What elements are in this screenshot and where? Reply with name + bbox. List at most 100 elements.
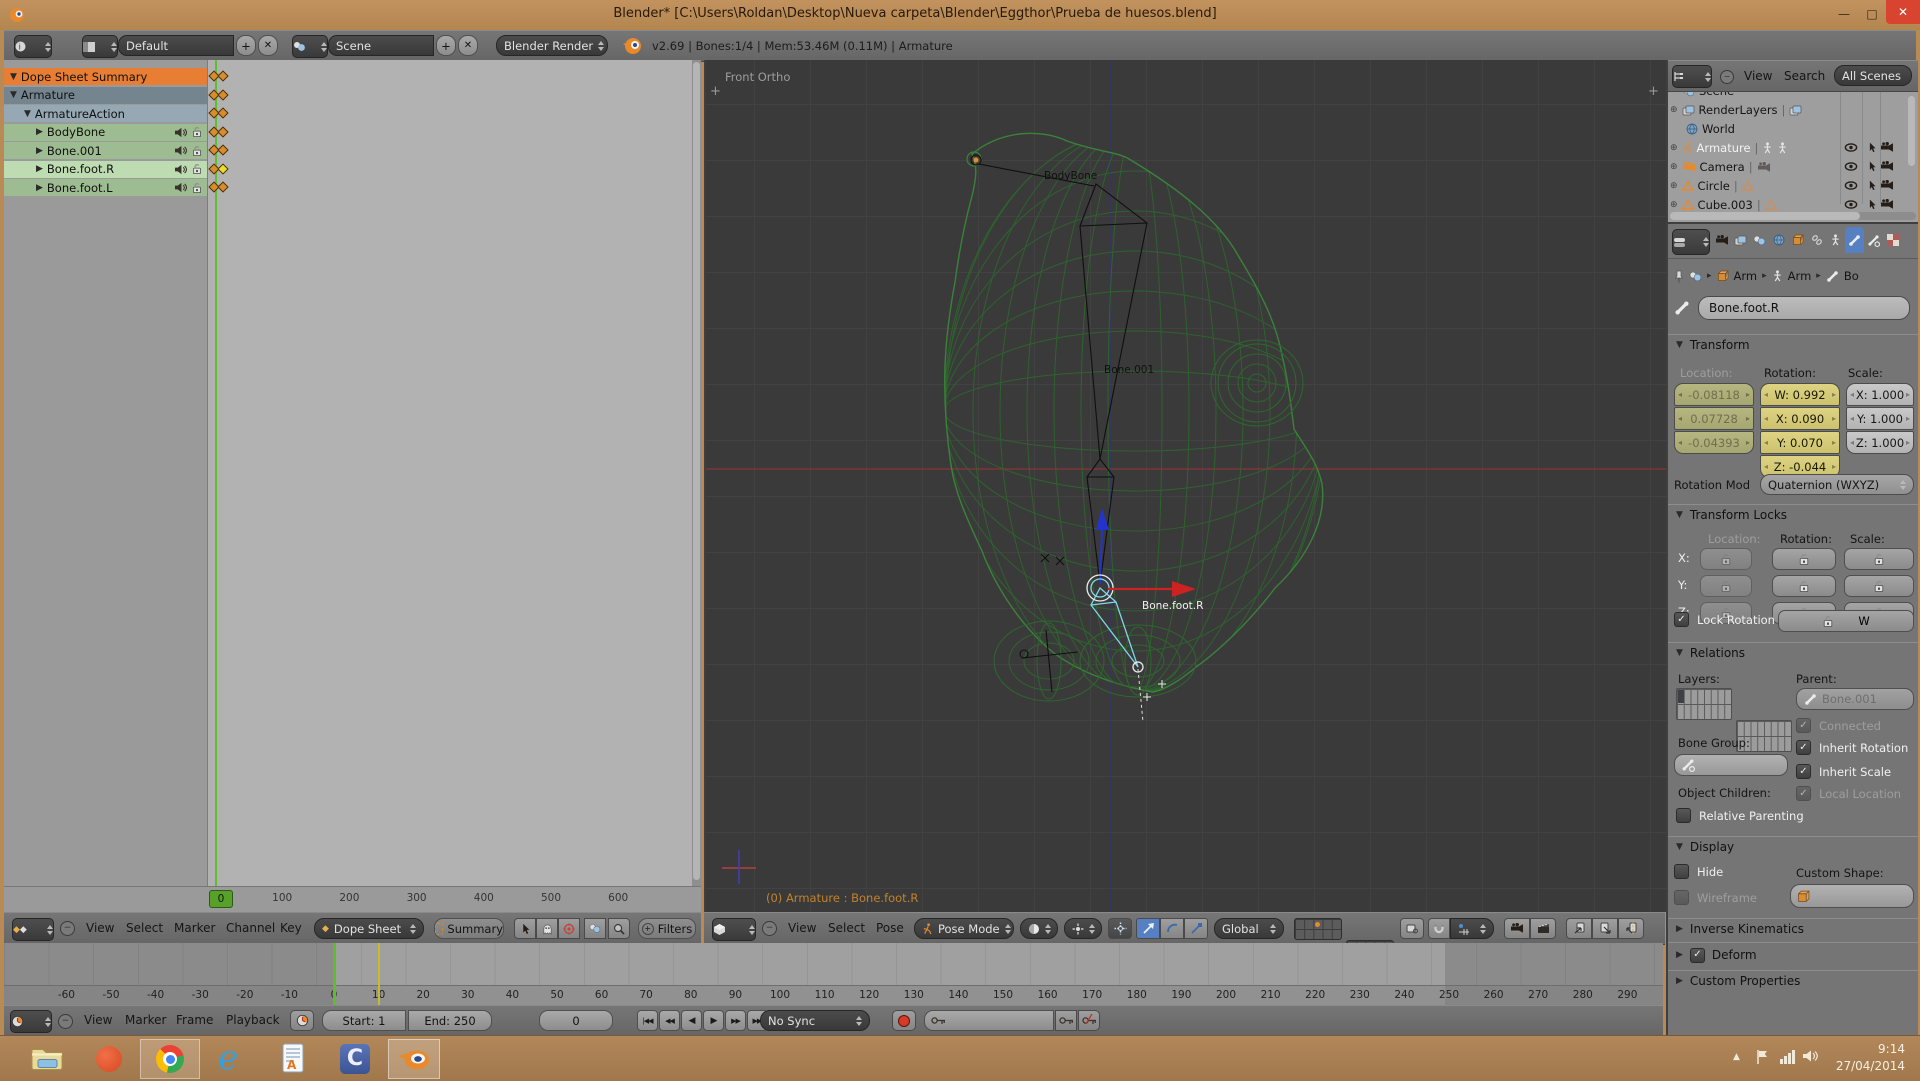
previous-keyframe-button[interactable]: ◀◀ [659,1010,680,1031]
lock-rotation-y-button[interactable] [1772,575,1836,597]
dopesheet-mode-select[interactable]: ◆Dope Sheet [314,918,424,939]
lock-location-x-button[interactable] [1700,548,1752,570]
tab-world[interactable] [1769,227,1788,253]
inherit-rotation-checkbox[interactable] [1796,740,1811,755]
frame-start-field[interactable]: Start: 1 [322,1010,406,1031]
scene-name[interactable]: Scene [328,35,434,56]
mode-select[interactable]: Pose Mode [914,918,1014,939]
selectable-toggle-cursor-icon[interactable] [1865,199,1879,210]
timeline-editor-type-button[interactable] [10,1010,52,1033]
layers-grid-1[interactable] [1294,918,1342,940]
outliner[interactable]: Scene − View Search All Scenes ⊕ RenderL… [1666,60,1918,222]
hide-toggle-eye-icon[interactable] [1844,161,1858,172]
renderable-toggle-camera-icon[interactable] [1880,161,1894,172]
play-button[interactable]: ▶ [703,1010,724,1031]
auto-keyframe-button[interactable] [892,1010,916,1031]
scale-z-field[interactable]: Z: 1.000 [1846,431,1914,454]
open-properties-icon[interactable]: + [1648,84,1659,99]
lock-scale-x-button[interactable] [1844,548,1914,570]
collapse-menus-icon[interactable]: − [1720,70,1734,84]
bone-group-field[interactable] [1674,754,1788,776]
menu-marker[interactable]: Marker [174,921,215,935]
action-center-flag-icon[interactable] [1756,1049,1769,1065]
pivot-center-select[interactable] [1064,918,1102,939]
viewport-shading-select[interactable] [1020,918,1058,939]
frame-end-field[interactable]: End: 250 [408,1010,492,1031]
ghost-frames-button[interactable] [536,918,558,939]
sync-mode-select[interactable]: No Sync [760,1010,870,1031]
selectable-toggle-cursor-icon[interactable] [1865,142,1879,153]
lock-scale-y-button[interactable] [1844,575,1914,597]
filters-button[interactable]: +Filters [638,918,696,939]
lock-location-y-button[interactable] [1700,575,1752,597]
panel-custom-properties-header[interactable]: ▶Custom Properties [1668,970,1918,991]
add-layout-button[interactable]: + [236,35,256,56]
selectable-toggle-cursor-icon[interactable] [1865,180,1879,191]
manipulator-translate-button[interactable] [1136,918,1160,939]
properties-editor-type-button[interactable] [1672,229,1710,255]
menu-select[interactable]: Select [126,921,163,935]
origin-icon[interactable] [96,1046,122,1072]
mute-channel-icon[interactable] [174,164,187,175]
channel-row-bone-foot-r[interactable]: ▶Bone.foot.R [4,161,207,178]
volume-icon[interactable] [1802,1049,1818,1063]
expand-icon[interactable]: ▶ [36,183,43,193]
render-opengl-button[interactable] [1504,918,1530,939]
outliner-item-renderlayers[interactable]: ⊕ RenderLayers| [1668,101,1918,119]
panel-transform-header[interactable]: ▼Transform [1668,334,1918,355]
properties-editor[interactable]: ▸ Arm ▸ Arm ▸ Bo Bone.foot.R ▼Transform … [1666,222,1918,1037]
expand-icon[interactable]: ▼ [10,72,17,82]
menu-pose[interactable]: Pose [876,921,904,935]
insert-keyframe-button[interactable] [1055,1010,1077,1031]
location-y-field[interactable]: 0.07728 [1674,407,1754,430]
hide-toggle-eye-icon[interactable] [1844,142,1858,153]
channel-row-armature[interactable]: ▼Armature [4,87,207,104]
timeline-tracks[interactable] [4,943,1663,985]
timeline-current-frame-line[interactable] [333,943,336,1005]
outliner-vscrollbar[interactable] [1908,96,1915,166]
pose-paste-button[interactable] [1592,918,1618,939]
manipulator-scale-button[interactable] [1184,918,1208,939]
viewport-editor-type-button[interactable] [712,918,756,941]
lock-channel-icon[interactable] [191,163,203,175]
pin-icon[interactable] [1674,270,1684,283]
inherit-scale-checkbox[interactable] [1796,764,1811,779]
pose-copy-button[interactable] [1566,918,1592,939]
hide-toggle-eye-icon[interactable] [1844,199,1858,210]
outliner-editor-type-button[interactable] [1672,65,1712,88]
tab-constraints[interactable] [1807,227,1826,253]
tab-armature-data[interactable] [1826,227,1845,253]
menu-frame[interactable]: Frame [176,1013,213,1027]
delete-keyframe-button[interactable]: ⁄ [1078,1010,1100,1031]
play-reverse-button[interactable]: ◀ [681,1010,702,1031]
dope-editor-type-button[interactable]: ◆◆ [12,918,54,941]
lock-channel-icon[interactable] [191,126,203,138]
bone-name-field[interactable]: Bone.foot.R [1698,296,1910,320]
timeline-ruler[interactable]: -60-50-40-30-20-100102030405060708090100… [4,985,1663,1006]
collapse-menus-icon[interactable]: − [58,1014,73,1029]
mute-channel-icon[interactable] [174,145,187,156]
outliner-item-world[interactable]: World [1668,120,1918,138]
close-button[interactable]: ✕ [1886,0,1920,24]
custom-shape-field[interactable] [1790,884,1914,908]
panel-transform-locks-header[interactable]: ▼Transform Locks [1668,504,1918,525]
renderable-toggle-camera-icon[interactable] [1880,199,1894,210]
renderable-toggle-camera-icon[interactable] [1880,142,1894,153]
parent-field[interactable]: Bone.001 [1796,688,1914,710]
render-engine-select[interactable]: Blender Render [496,35,608,56]
timeline-keyframe-line[interactable] [378,943,380,1005]
add-scene-button[interactable]: + [436,35,456,56]
blue-app-icon[interactable]: C [340,1044,370,1074]
snap-toggle[interactable] [1428,918,1450,939]
renderable-toggle-camera-icon[interactable] [1880,180,1894,191]
blender-task-active[interactable] [388,1039,440,1079]
zoom-tool-button[interactable] [608,918,630,939]
channel-row-bodybone[interactable]: ▶BodyBone [4,124,207,141]
tray-clock[interactable]: 9:14 27/04/2014 [1835,1041,1905,1075]
tray-expand-icon[interactable]: ▲ [1733,1052,1740,1062]
expand-icon[interactable]: ▼ [24,109,31,119]
wordpad-icon[interactable]: A [280,1043,306,1073]
rotation-y-field[interactable]: Y: 0.070 [1760,431,1840,454]
network-icon[interactable] [1780,1050,1795,1064]
expand-icon[interactable]: ▼ [10,90,17,100]
